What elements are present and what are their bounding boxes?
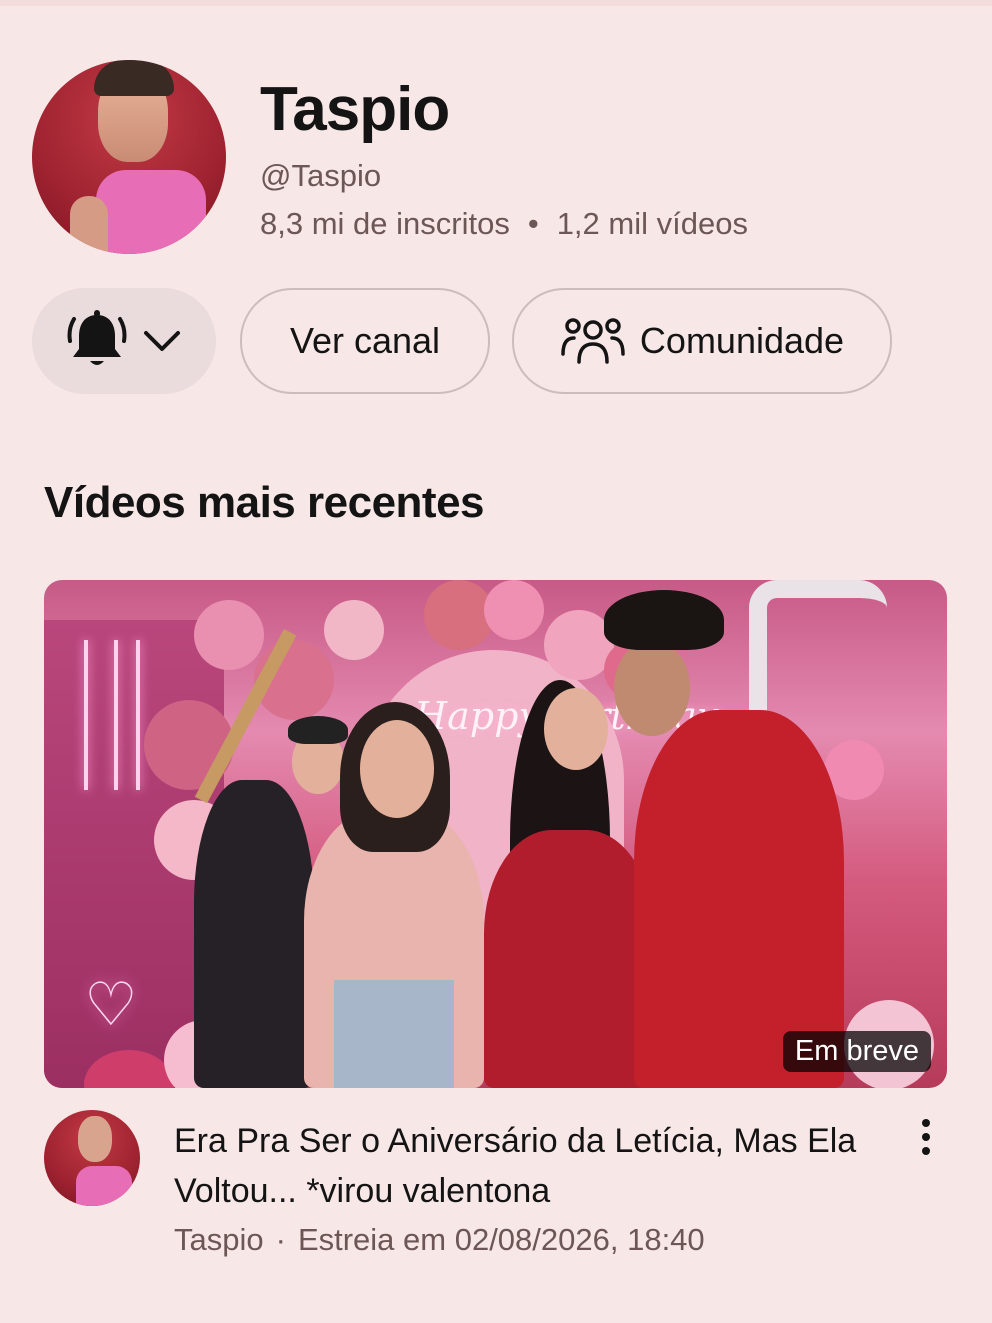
heart-icon: ♡ [84,971,138,1038]
thumb-jeans [334,980,454,1088]
community-label: Comunidade [639,320,845,361]
top-edge [0,0,992,6]
meta-separator: · [275,1222,286,1257]
channel-handle: @Taspio [260,158,382,193]
community-button[interactable]: Comunidade [512,288,892,394]
thumb-balloon [194,600,264,670]
video-count: 1,2 mil vídeos [556,206,748,241]
chevron-down-icon [144,331,180,351]
thumb-neon-strip [84,640,88,790]
thumb-person [194,780,314,1088]
thumb-hair [604,590,724,650]
bell-icon [67,310,127,365]
video-channel-avatar[interactable] [44,1110,140,1206]
upcoming-badge: Em breve [782,1031,931,1072]
view-channel-button[interactable]: Ver canal [240,288,490,394]
section-title: Vídeos mais recentes [44,478,485,527]
avatar-shirt [96,170,206,254]
thumb-hair [288,716,348,744]
video-thumbnail[interactable]: Happy Birthday ♡ Em breve [44,580,947,1088]
subscriber-count: 8,3 mi de inscritos [260,206,510,241]
avatar-shirt [76,1166,132,1206]
thumb-neon-strip [136,640,140,790]
more-vertical-icon[interactable] [908,1114,944,1160]
more-dot [922,1133,930,1141]
thumb-balloon [324,600,384,660]
thumb-neon-strip [114,640,118,790]
view-channel-label: Ver canal [289,320,441,361]
thumb-person [484,830,654,1088]
thumb-face [360,720,434,818]
more-dot [922,1119,930,1127]
avatar-head [78,1116,112,1162]
more-dot [922,1147,930,1155]
video-meta: Taspio · Estreia em 02/08/2026, 18:40 [174,1222,705,1258]
avatar-arm [70,196,108,254]
channel-avatar[interactable] [32,60,226,254]
premiere-date: Estreia em 02/08/2026, 18:40 [297,1222,705,1257]
avatar-hair [94,60,174,96]
thumb-face [614,640,690,736]
thumb-balloon [484,580,544,640]
video-channel-name: Taspio [174,1222,264,1257]
community-icon [561,318,625,364]
video-title[interactable]: Era Pra Ser o Aniversário da Letícia, Ma… [174,1116,874,1216]
notification-button[interactable] [32,288,216,394]
channel-stats: 8,3 mi de inscritos • 1,2 mil vídeos [260,206,748,242]
thumb-face [544,688,608,770]
stats-separator: • [527,206,539,241]
channel-name: Taspio [260,75,450,144]
